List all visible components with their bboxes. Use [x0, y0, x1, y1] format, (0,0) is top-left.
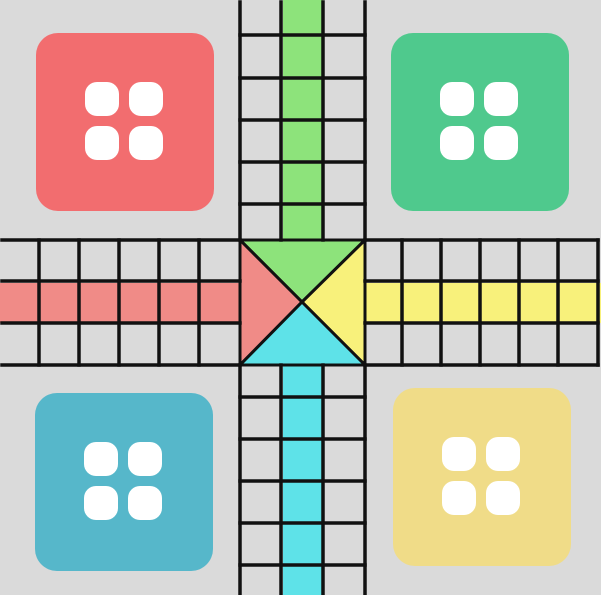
center-finish: [236, 236, 369, 369]
track-grid: [0, 0, 601, 595]
ludo-board: [0, 0, 601, 595]
